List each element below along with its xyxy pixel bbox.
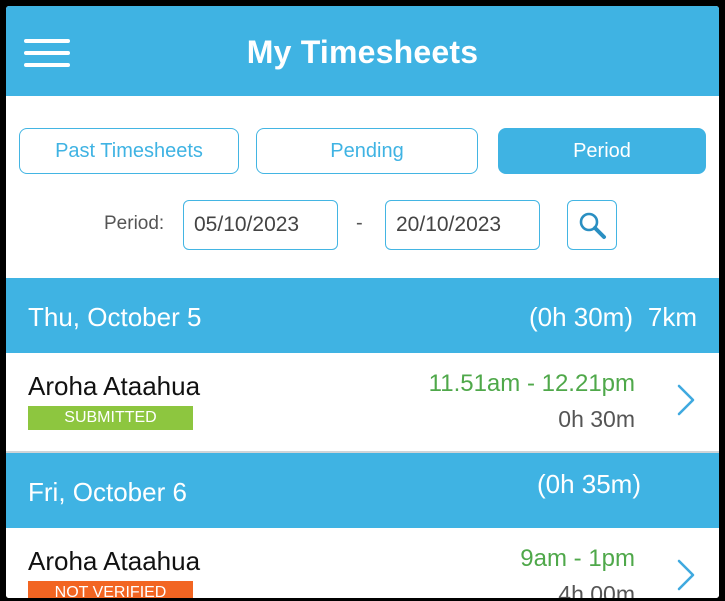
period-label: Period: bbox=[104, 213, 165, 234]
start-date-field[interactable] bbox=[183, 200, 338, 250]
tab-past-timesheets[interactable]: Past Timesheets bbox=[19, 128, 239, 174]
status-badge: SUBMITTED bbox=[28, 406, 193, 430]
entry-duration: 0h 30m bbox=[558, 406, 635, 432]
page-title: My Timesheets bbox=[246, 34, 479, 70]
entry-duration: 4h 00m bbox=[558, 581, 635, 598]
employee-name: Aroha Ataahua bbox=[28, 371, 201, 401]
top-bar: My Timesheets bbox=[6, 6, 719, 96]
time-range: 11.51am - 12.21pm bbox=[428, 370, 635, 397]
search-button[interactable] bbox=[567, 200, 617, 250]
tab-pending[interactable]: Pending bbox=[256, 128, 478, 174]
chevron-right-icon[interactable] bbox=[675, 558, 697, 592]
app-screen: My Timesheets Past Timesheets Pending Pe… bbox=[6, 6, 719, 598]
timesheet-entry[interactable]: Aroha Ataahua SUBMITTED 11.51am - 12.21p… bbox=[6, 353, 719, 451]
day-total-time: (0h 30m) bbox=[528, 302, 633, 332]
chevron-right-icon[interactable] bbox=[675, 383, 697, 417]
employee-name: Aroha Ataahua bbox=[28, 546, 201, 576]
timesheet-entry[interactable]: Aroha Ataahua NOT VERIFIED 9am - 1pm 4h … bbox=[6, 528, 719, 598]
date-separator: - bbox=[356, 212, 363, 234]
day-header: Fri, October 6 (0h 35m) bbox=[6, 453, 719, 528]
day-distance: 7km bbox=[647, 302, 697, 332]
hamburger-menu-icon[interactable] bbox=[24, 39, 70, 67]
time-range: 9am - 1pm bbox=[520, 545, 635, 572]
day-title: Fri, October 6 bbox=[28, 477, 187, 507]
search-icon bbox=[579, 212, 606, 239]
day-header: Thu, October 5 (0h 30m) 7km bbox=[6, 278, 719, 353]
day-title: Thu, October 5 bbox=[28, 302, 202, 332]
tab-period[interactable]: Period bbox=[498, 128, 706, 174]
day-total-time: (0h 35m) bbox=[536, 469, 641, 499]
status-badge: NOT VERIFIED bbox=[28, 581, 193, 598]
end-date-field[interactable] bbox=[385, 200, 540, 250]
